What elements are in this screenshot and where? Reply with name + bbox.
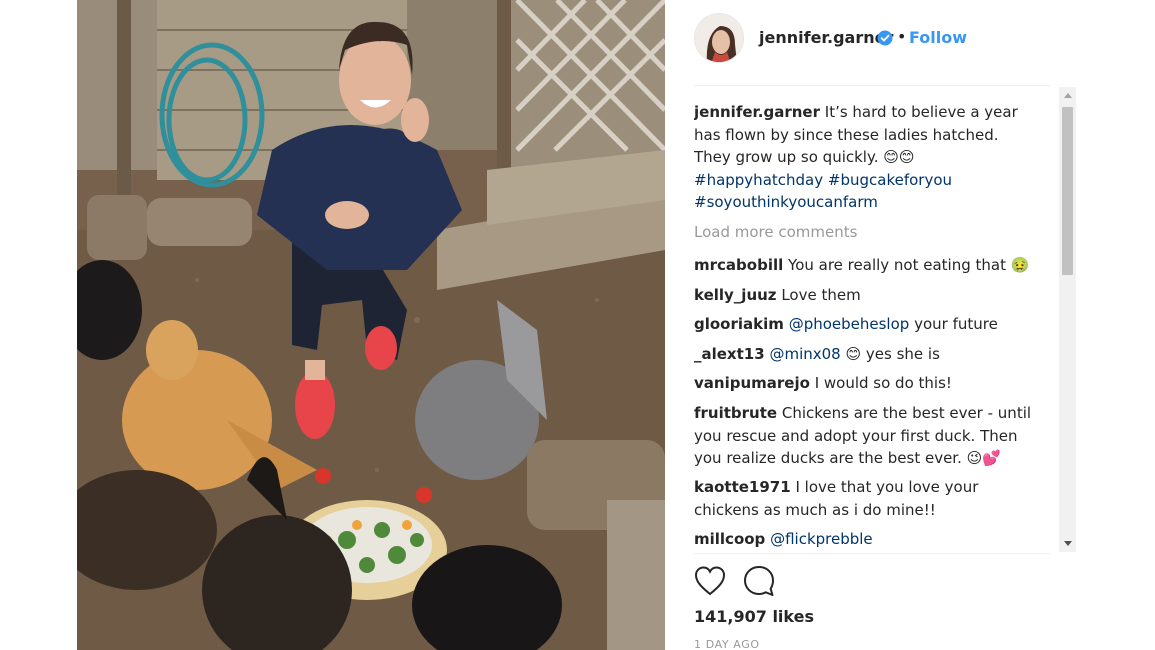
profile-avatar[interactable] xyxy=(694,13,744,63)
comment-item: kelly_juuz Love them xyxy=(694,284,1034,307)
post-timestamp[interactable]: 1 DAY AGO xyxy=(694,638,760,650)
comment-item: glooriakim @phoebeheslop your future xyxy=(694,313,1034,336)
comments-scrollbar[interactable] xyxy=(1059,87,1076,552)
comment-text: Love them xyxy=(781,286,861,304)
post-caption: jennifer.garner It’s hard to believe a y… xyxy=(694,101,1034,214)
post-actions xyxy=(694,564,814,598)
comment-username[interactable]: kaotte1971 xyxy=(694,478,791,496)
comment-text: I would so do this! xyxy=(814,374,952,392)
comment-mention[interactable]: @minx08 xyxy=(769,345,840,363)
scrollbar-thumb[interactable] xyxy=(1062,107,1073,275)
header-username[interactable]: jennifer.garner xyxy=(759,28,893,47)
comment-username[interactable]: kelly_juuz xyxy=(694,286,777,304)
comment-bubble-icon[interactable] xyxy=(743,565,775,597)
comment-text: You are really not eating that 🤢 xyxy=(788,256,1030,274)
divider xyxy=(694,553,1050,554)
comment-username[interactable]: fruitbrute xyxy=(694,404,777,422)
post-photo-image xyxy=(77,0,665,650)
divider xyxy=(694,85,1050,86)
header-separator: • xyxy=(897,27,907,46)
comment-username[interactable]: _alext13 xyxy=(694,345,765,363)
scroll-down-arrow-icon[interactable] xyxy=(1059,535,1076,552)
avatar-image xyxy=(695,14,743,62)
hashtag-link[interactable]: #happyhatchday xyxy=(694,171,823,189)
post-header: jennifer.garner • Follow xyxy=(665,0,1077,78)
comment-username[interactable]: millcoop xyxy=(694,530,765,548)
heart-icon[interactable] xyxy=(694,566,726,596)
comment-username[interactable]: glooriakim xyxy=(694,315,784,333)
hashtag-link[interactable]: #bugcakeforyou xyxy=(828,171,952,189)
scroll-up-arrow-icon[interactable] xyxy=(1059,87,1076,104)
post-side-panel: jennifer.garner • Follow jennifer.garner… xyxy=(665,0,1077,650)
verified-badge-icon xyxy=(877,30,893,46)
comment-item: _alext13 @minx08 😊 yes she is xyxy=(694,343,1034,366)
comment-item: fruitbrute Chickens are the best ever - … xyxy=(694,402,1034,470)
comment-mention[interactable]: @phoebeheslop xyxy=(789,315,910,333)
follow-button[interactable]: Follow xyxy=(909,28,967,47)
post-photo[interactable] xyxy=(77,0,665,650)
hashtag-link[interactable]: #soyouthinkyoucanfarm xyxy=(694,193,878,211)
comment-item: millcoop @flickprebble xyxy=(694,528,1034,551)
load-more-comments[interactable]: Load more comments xyxy=(694,223,857,241)
comment-item: vanipumarejo I would so do this! xyxy=(694,372,1034,395)
comment-mention[interactable]: @flickprebble xyxy=(770,530,873,548)
comments-list[interactable]: jennifer.garner It’s hard to believe a y… xyxy=(694,88,1058,552)
likes-count[interactable]: 141,907 likes xyxy=(694,607,814,626)
comment-text: 😊 yes she is xyxy=(845,345,940,363)
comment-item: kaotte1971 I love that you love your chi… xyxy=(694,476,1034,521)
comment-item: mrcabobill You are really not eating tha… xyxy=(694,254,1034,277)
comment-text: your future xyxy=(914,315,998,333)
comment-username[interactable]: vanipumarejo xyxy=(694,374,810,392)
comment-username[interactable]: mrcabobill xyxy=(694,256,783,274)
caption-username[interactable]: jennifer.garner xyxy=(694,103,820,121)
